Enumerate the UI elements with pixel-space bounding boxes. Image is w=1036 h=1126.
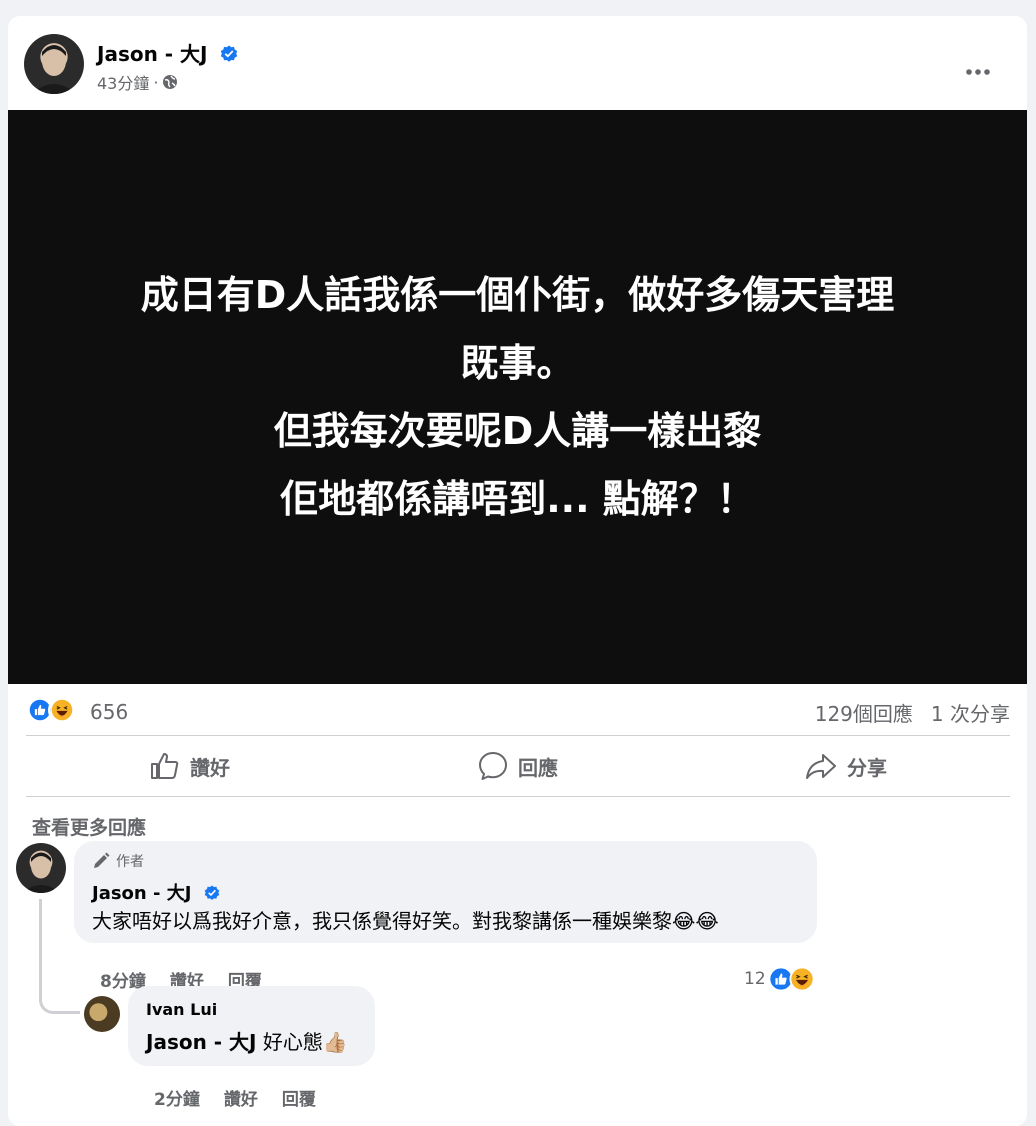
reply-text: Jason - 大J 好心態👍🏼 <box>146 1026 348 1055</box>
post-meta: 43分鐘 · <box>97 70 178 94</box>
reply-meta: 2分鐘 讚好 回覆 <box>154 1085 316 1110</box>
media-line: 佢地都係講唔到... 點解？！ <box>280 477 755 521</box>
reply-avatar[interactable] <box>84 996 120 1032</box>
comments-count[interactable]: 129個回應 <box>815 698 913 727</box>
comment-button[interactable]: 回應 <box>354 738 682 794</box>
thumbs-up-icon <box>151 753 179 779</box>
view-more-comments-link[interactable]: 查看更多回應 <box>32 813 146 840</box>
author-badge: 作者 <box>92 851 144 871</box>
share-arrow-icon <box>806 754 836 779</box>
action-bar: 讚好 回應 分享 <box>26 738 1010 794</box>
like-button[interactable]: 讚好 <box>26 738 354 794</box>
haha-reaction-icon <box>48 696 76 724</box>
post-header: Jason - 大J 43分鐘 · <box>24 34 1014 98</box>
comment-bubble-icon <box>479 752 507 780</box>
globe-icon <box>163 75 178 89</box>
post-stats: 656 129個回應 1 次分享 <box>26 694 1010 728</box>
post-card: Jason - 大J 43分鐘 · 成日有D人話我係一個仆街，做好多傷天害理 既… <box>8 16 1027 1126</box>
media-line: 成日有D人話我係一個仆街，做好多傷天害理 <box>140 273 895 317</box>
pencil-icon <box>94 852 110 868</box>
divider <box>26 796 1010 797</box>
comment-button-label: 回應 <box>518 755 558 780</box>
comment-reaction-count: 12 <box>744 969 766 989</box>
comment-reactions[interactable]: 12 <box>744 966 815 992</box>
comment-text: 大家唔好以爲我好介意，我只係覺得好笑。對我黎講係一種娛樂黎😂😂 <box>92 909 719 933</box>
haha-reaction-icon <box>789 966 815 992</box>
post-time[interactable]: 43分鐘 <box>97 70 149 94</box>
share-button[interactable]: 分享 <box>682 738 1010 794</box>
divider <box>26 735 1010 736</box>
author-avatar[interactable] <box>24 34 84 94</box>
like-button-label: 讚好 <box>190 755 230 780</box>
verified-badge-icon <box>204 885 220 900</box>
reply-bubble: Ivan Lui Jason - 大J 好心態👍🏼 <box>128 986 375 1066</box>
commenter-name-text[interactable]: Jason - 大J <box>92 883 191 904</box>
more-options-button[interactable] <box>958 52 998 92</box>
shares-count[interactable]: 1 次分享 <box>931 698 1010 727</box>
media-line: 但我每次要呢D人講一樣出黎 <box>273 409 762 453</box>
post-image[interactable]: 成日有D人話我係一個仆街，做好多傷天害理 既事。 但我每次要呢D人講一樣出黎 佢… <box>8 110 1027 684</box>
reply-author-name[interactable]: Ivan Lui <box>146 1000 217 1019</box>
reaction-summary[interactable] <box>26 696 76 724</box>
commenter-name[interactable]: Jason - 大J <box>92 879 220 905</box>
reply-mention[interactable]: Jason - 大J <box>146 1030 257 1054</box>
meta-separator: · <box>153 72 159 92</box>
commenter-avatar[interactable] <box>16 843 66 893</box>
reply-thread-line <box>39 899 80 1014</box>
stats-right: 129個回應 1 次分享 <box>815 698 1010 727</box>
reply-time[interactable]: 2分鐘 <box>154 1085 200 1110</box>
comment-bubble: 作者 Jason - 大J 大家唔好以爲我好介意，我只係覺得好笑。對我黎講係一種… <box>74 841 817 943</box>
reply-reply-button[interactable]: 回覆 <box>282 1085 316 1110</box>
author-name[interactable]: Jason - 大J <box>97 38 238 67</box>
more-dots-icon <box>966 69 990 75</box>
verified-badge-icon <box>221 45 238 62</box>
reply-like-button[interactable]: 讚好 <box>224 1085 258 1110</box>
author-badge-label: 作者 <box>116 854 144 870</box>
author-name-text[interactable]: Jason - 大J <box>97 42 208 66</box>
share-button-label: 分享 <box>847 755 887 780</box>
media-line: 既事。 <box>460 341 575 385</box>
reply-body: 好心態👍🏼 <box>256 1030 348 1054</box>
reaction-count[interactable]: 656 <box>90 700 128 724</box>
post-image-text: 成日有D人話我係一個仆街，做好多傷天害理 既事。 但我每次要呢D人講一樣出黎 佢… <box>58 261 978 533</box>
